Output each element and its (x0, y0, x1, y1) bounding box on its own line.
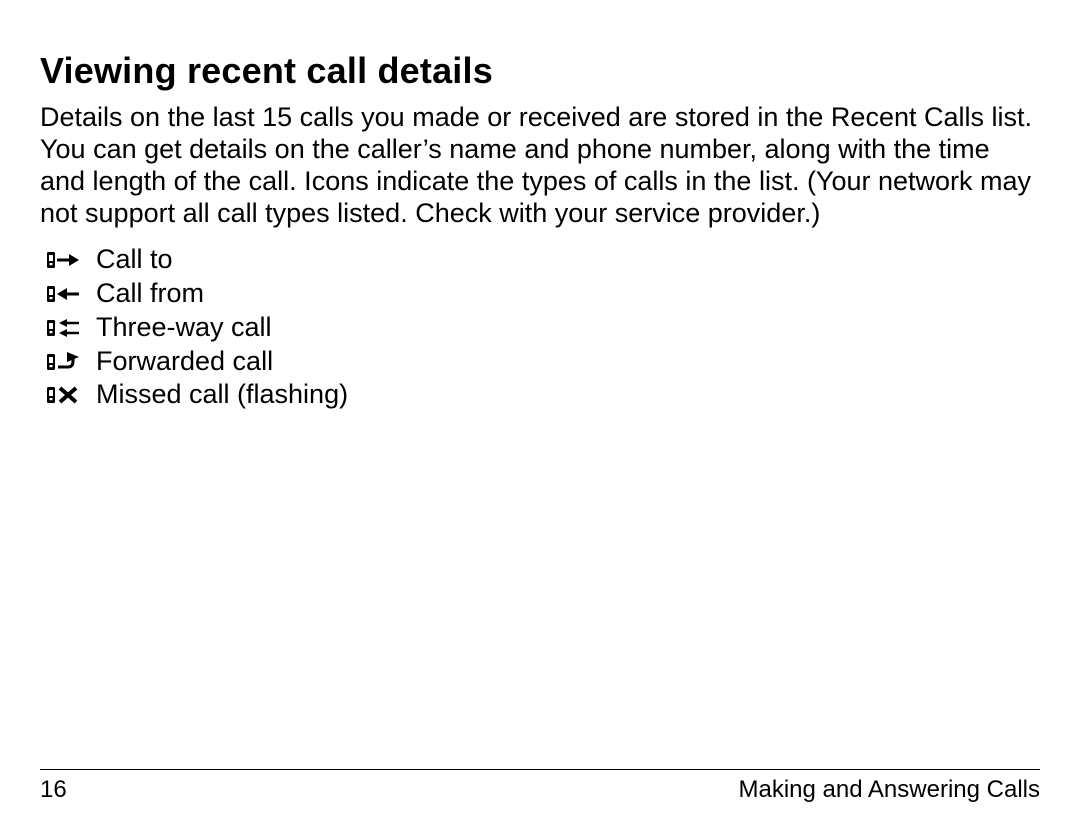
legend-label: Call to (96, 243, 173, 277)
page-footer: 16 Making and Answering Calls (40, 769, 1040, 804)
list-item: Call to (46, 243, 1040, 277)
section-heading: Viewing recent call details (40, 50, 1040, 92)
legend-label: Call from (96, 277, 204, 311)
forwarded-call-icon (46, 351, 96, 373)
missed-call-icon (46, 384, 96, 406)
call-type-legend: Call to Call from (46, 243, 1040, 412)
list-item: Call from (46, 277, 1040, 311)
legend-label: Missed call (flashing) (96, 378, 348, 412)
three-way-call-icon (46, 317, 96, 339)
section-body: Details on the last 15 calls you made or… (40, 102, 1040, 229)
legend-label: Forwarded call (96, 345, 273, 379)
section-name: Making and Answering Calls (739, 776, 1041, 804)
list-item: Three-way call (46, 311, 1040, 345)
list-item: Forwarded call (46, 345, 1040, 379)
call-from-icon (46, 283, 96, 305)
call-to-icon (46, 249, 96, 271)
list-item: Missed call (flashing) (46, 378, 1040, 412)
legend-label: Three-way call (96, 311, 272, 345)
page-number: 16 (40, 776, 67, 804)
